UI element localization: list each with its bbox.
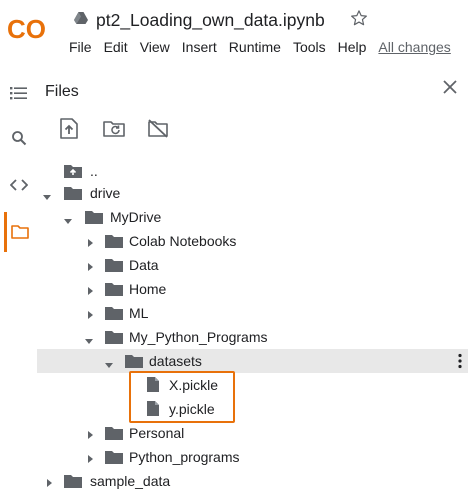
menu-file[interactable]: File — [69, 39, 92, 55]
tree-row-parent[interactable]: .. — [0, 159, 468, 183]
tree-row-label: Personal — [129, 425, 185, 441]
tree-row-label: Home — [129, 281, 167, 297]
tree-row-label: Python_programs — [129, 449, 240, 465]
menu-view[interactable]: View — [140, 39, 170, 55]
tree-row-label: My_Python_Programs — [129, 329, 268, 345]
tree-row-python-programs[interactable]: Python_programs — [0, 445, 468, 469]
refresh-icon[interactable] — [103, 120, 126, 142]
tree-row-data[interactable]: Data — [0, 253, 468, 277]
toc-icon[interactable] — [10, 85, 28, 106]
tree-row-ml[interactable]: ML — [0, 301, 468, 325]
chevron-right-icon[interactable] — [87, 283, 95, 301]
files-panel-title: Files — [45, 83, 79, 100]
chevron-right-icon[interactable] — [87, 307, 95, 325]
menu-bar: File Edit View Insert Runtime Tools Help… — [69, 39, 451, 55]
menu-insert[interactable]: Insert — [182, 39, 217, 55]
chevron-right-icon[interactable] — [87, 451, 95, 469]
menu-runtime[interactable]: Runtime — [229, 39, 281, 55]
tree-row-label: drive — [90, 185, 121, 201]
notebook-title-row: pt2_Loading_own_data.ipynb — [74, 9, 325, 31]
tree-row-label: sample_data — [90, 473, 171, 489]
folder-icon — [105, 306, 123, 325]
chevron-right-icon[interactable] — [87, 427, 95, 445]
tree-row-label: datasets — [149, 353, 202, 369]
tree-row-label: ML — [129, 305, 149, 321]
tree-row-my-python-programs[interactable]: My_Python_Programs — [0, 325, 468, 349]
save-status-link[interactable]: All changes — [378, 39, 450, 55]
folder-icon — [105, 258, 123, 277]
upload-icon[interactable] — [60, 118, 78, 144]
folder-icon — [105, 282, 123, 301]
logo-text: CO — [7, 16, 46, 42]
tree-row-drive[interactable]: drive — [0, 181, 468, 205]
folder-icon — [64, 474, 82, 493]
tree-row-home[interactable]: Home — [0, 277, 468, 301]
chevron-right-icon[interactable] — [87, 235, 95, 253]
search-icon[interactable] — [11, 130, 27, 151]
star-icon[interactable] — [350, 9, 368, 32]
close-icon[interactable] — [442, 79, 458, 100]
drive-icon — [74, 11, 88, 29]
tree-row-datasets[interactable]: datasets — [37, 349, 468, 373]
folder-icon — [105, 234, 123, 253]
more-vert-icon[interactable] — [458, 353, 462, 374]
chevron-right-icon[interactable] — [46, 475, 54, 493]
folder-icon — [105, 330, 123, 349]
tree-row-personal[interactable]: Personal — [0, 421, 468, 445]
highlight-box — [129, 371, 235, 423]
menu-edit[interactable]: Edit — [104, 39, 128, 55]
tree-row-label: Data — [129, 257, 159, 273]
folder-icon — [105, 426, 123, 445]
notebook-title[interactable]: pt2_Loading_own_data.ipynb — [96, 10, 325, 31]
menu-tools[interactable]: Tools — [293, 39, 326, 55]
folder-icon — [85, 210, 103, 229]
colab-logo[interactable]: CO — [6, 14, 58, 47]
chevron-right-icon[interactable] — [87, 259, 95, 277]
drive-off-icon[interactable] — [147, 119, 169, 143]
tree-row-label: MyDrive — [110, 209, 162, 225]
folder-icon — [105, 450, 123, 469]
tree-row-mydrive[interactable]: MyDrive — [0, 205, 468, 229]
tree-row-label: Colab Notebooks — [129, 233, 237, 249]
tree-row-label: .. — [90, 163, 98, 179]
tree-row-colab-notebooks[interactable]: Colab Notebooks — [0, 229, 468, 253]
tree-row-sample-data[interactable]: sample_data — [0, 469, 468, 493]
folder-icon — [64, 186, 82, 205]
menu-help[interactable]: Help — [338, 39, 367, 55]
